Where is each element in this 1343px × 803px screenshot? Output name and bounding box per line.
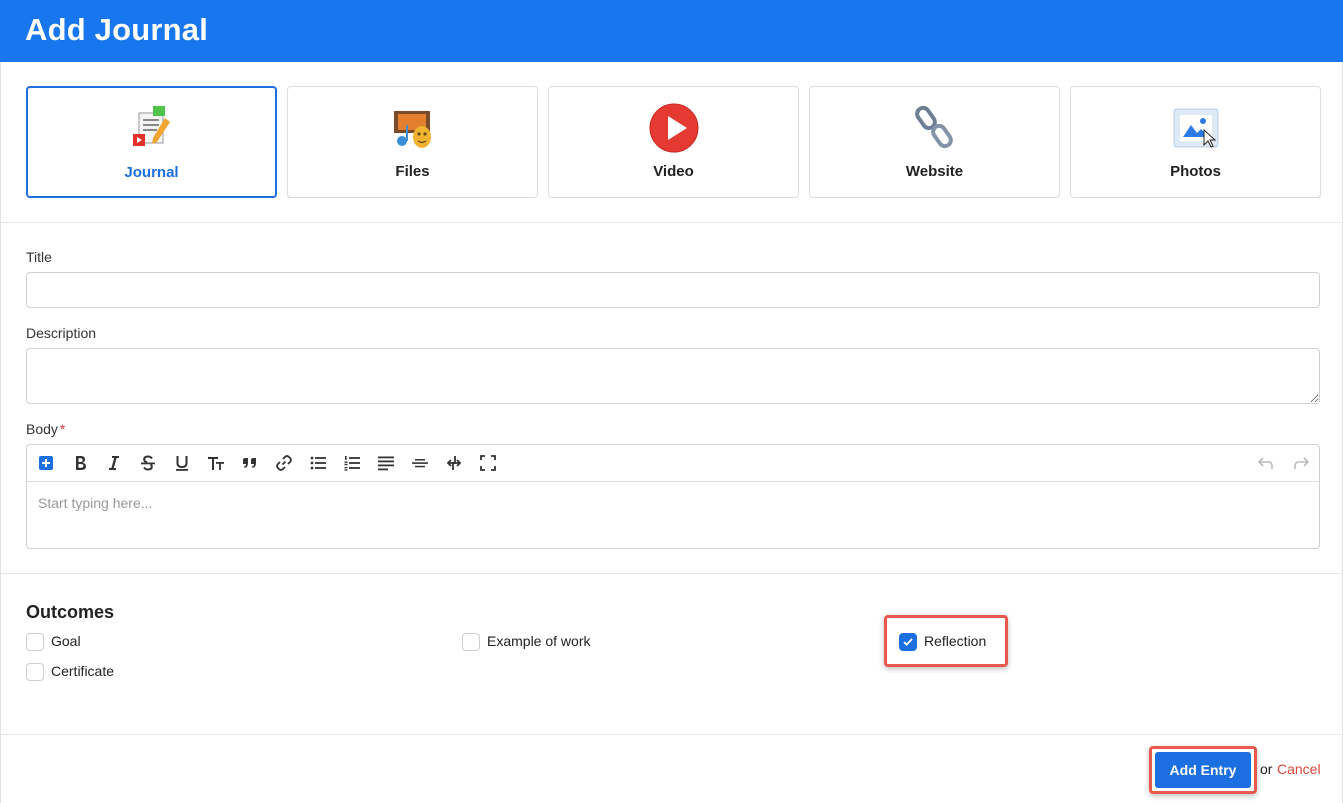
files-icon [393, 111, 431, 148]
horizontal-rule-icon[interactable] [410, 453, 430, 473]
outcome-label: Certificate [51, 663, 115, 679]
body-placeholder[interactable]: Start typing here... [38, 495, 152, 511]
reflection-checkbox[interactable] [899, 633, 917, 651]
outcome-label: Reflection [924, 633, 987, 649]
type-label: Journal [124, 164, 179, 181]
add-entry-button[interactable]: Add Entry [1155, 752, 1251, 788]
checkmark-icon [903, 638, 913, 646]
journal-icon [132, 106, 170, 146]
type-card-journal[interactable]: Journal [26, 86, 277, 198]
type-card-website[interactable]: Website [809, 86, 1060, 198]
text-size-icon[interactable] [206, 453, 226, 473]
insert-icon[interactable] [36, 453, 56, 473]
page-title: Add Journal [25, 12, 209, 47]
body-editor: Start typing here... [26, 444, 1320, 549]
quote-icon[interactable] [240, 453, 260, 473]
description-input[interactable] [26, 348, 1320, 404]
redo-icon[interactable] [1291, 453, 1311, 473]
goal-checkbox[interactable] [26, 633, 44, 651]
underline-icon[interactable] [172, 453, 192, 473]
align-icon[interactable] [376, 453, 396, 473]
type-card-files[interactable]: Files [287, 86, 538, 198]
outcome-label: Example of work [487, 633, 591, 649]
body-label: Body * [26, 421, 65, 437]
type-label: Website [905, 163, 964, 180]
bullet-list-icon[interactable] [308, 453, 328, 473]
type-card-photos[interactable]: Photos [1070, 86, 1321, 198]
page-header: Add Journal [0, 0, 1343, 62]
required-mark: * [59, 421, 66, 437]
body-label-text: Body [26, 421, 58, 437]
type-label: Photos [1170, 163, 1221, 180]
cancel-link[interactable]: Cancel [1277, 761, 1321, 777]
indent-icon[interactable] [444, 453, 464, 473]
description-label: Description [26, 325, 97, 341]
outcomes-title: Outcomes [26, 602, 115, 622]
bold-icon[interactable] [70, 453, 90, 473]
section-divider [1, 222, 1342, 223]
fullscreen-icon[interactable] [478, 453, 498, 473]
type-label: Files [395, 163, 430, 180]
type-card-video[interactable]: Video [548, 86, 799, 198]
type-label: Video [653, 163, 694, 180]
example-of-work-checkbox[interactable] [462, 633, 480, 651]
italic-icon[interactable] [104, 453, 124, 473]
title-input[interactable] [26, 272, 1320, 308]
link-icon [914, 105, 953, 149]
editor-toolbar [27, 445, 1319, 482]
video-play-icon [649, 103, 698, 153]
footer-divider [1, 734, 1342, 735]
photo-icon [1173, 108, 1218, 148]
entry-type-selector: Journal Files Video Website Photos [26, 86, 1321, 198]
section-divider [1, 573, 1342, 574]
certificate-checkbox[interactable] [26, 663, 44, 681]
outcome-label: Goal [51, 633, 81, 649]
title-label: Title [26, 249, 52, 265]
or-text: or [1260, 761, 1273, 777]
numbered-list-icon[interactable] [342, 453, 362, 473]
link-icon[interactable] [274, 453, 294, 473]
strikethrough-icon[interactable] [138, 453, 158, 473]
undo-icon[interactable] [1256, 453, 1276, 473]
form-panel: Journal Files Video Website Photos Title… [0, 62, 1343, 803]
